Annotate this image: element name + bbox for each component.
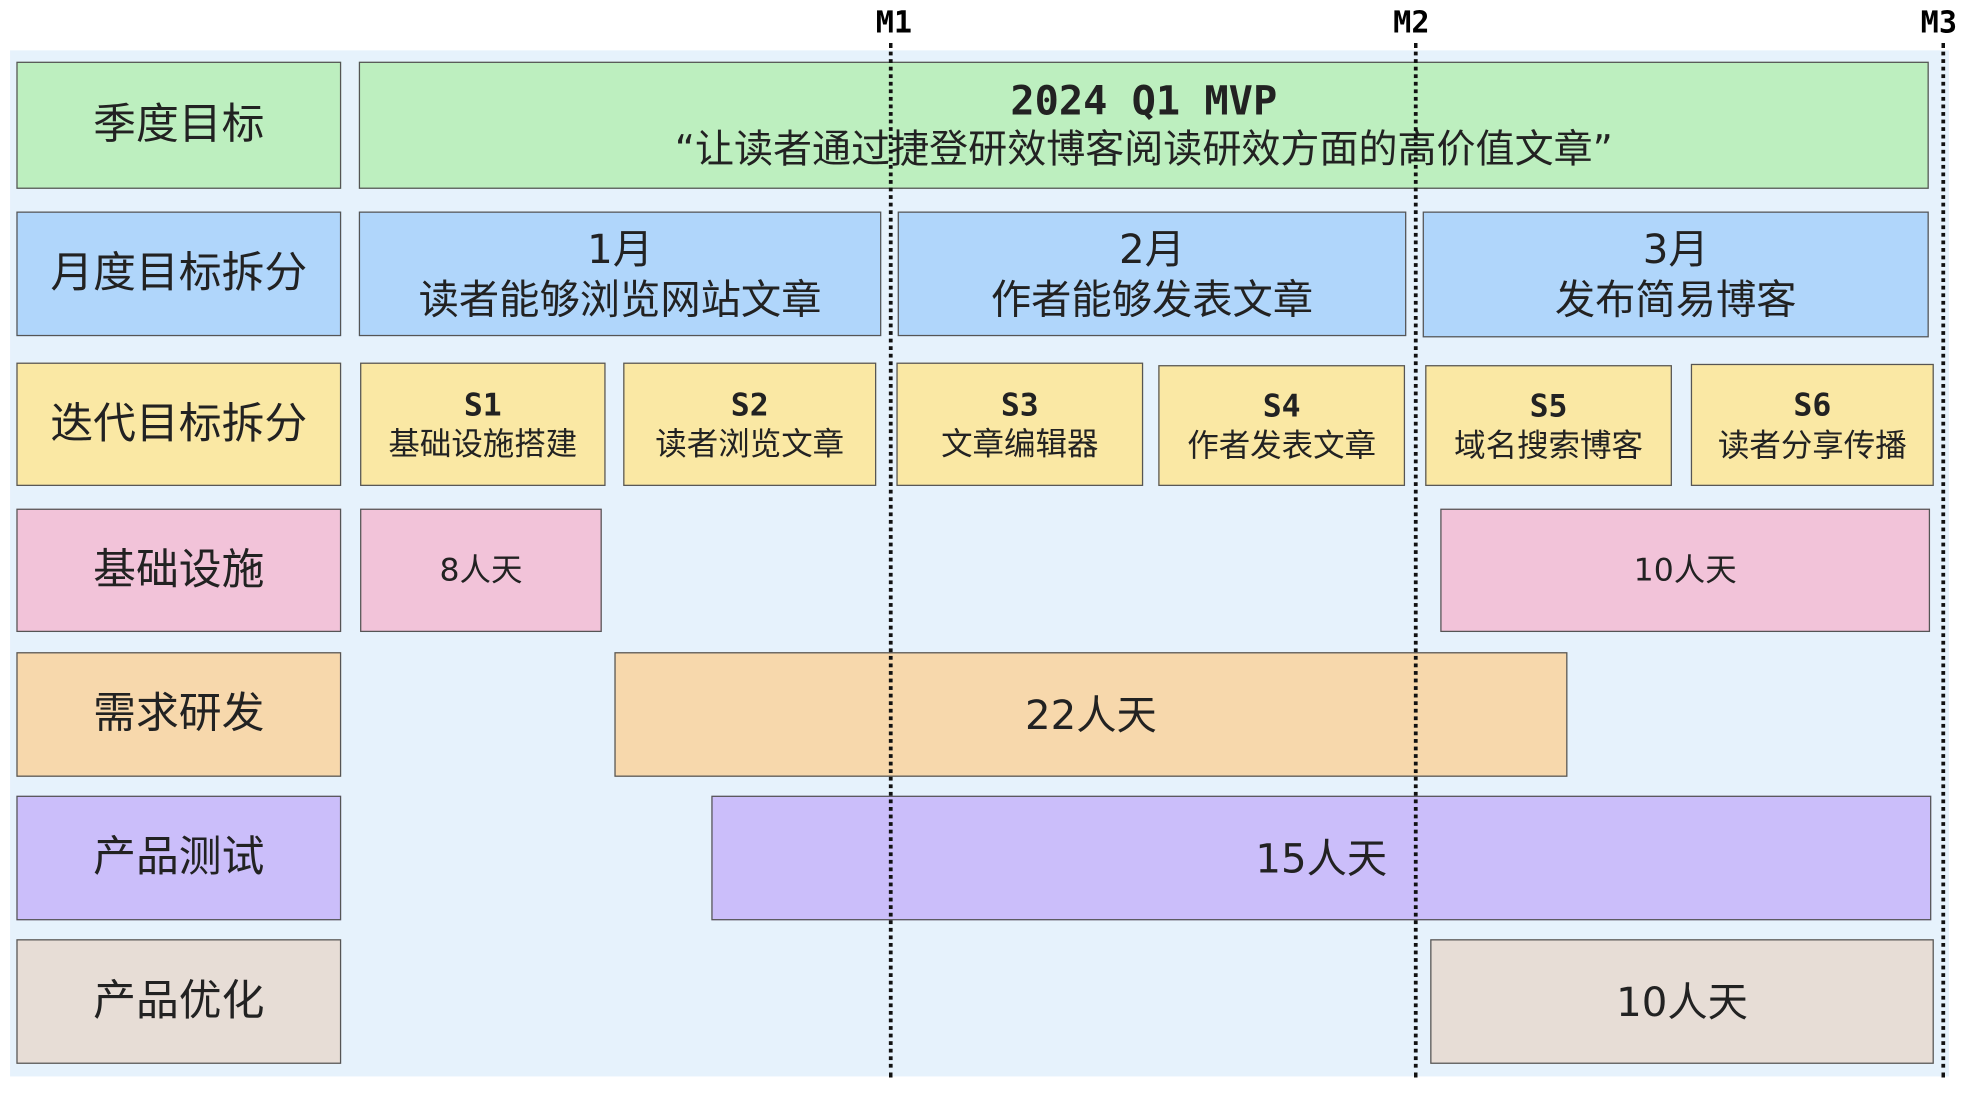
month-box: 2月 作者能够发表文章 xyxy=(897,211,1407,337)
row-label-infra: 基础设施 xyxy=(16,508,342,633)
sprint-name: S6 xyxy=(1793,386,1832,424)
quarter-goal-box: 2024 Q1 MVP “让读者通过捷登研效博客阅读研效方面的高价值文章” xyxy=(358,61,1929,189)
roadmap-diagram: 季度目标 月度目标拆分 迭代目标拆分 基础设施 需求研发 产品测试 产品优化 2… xyxy=(0,0,1964,1095)
opt-effort-box: 10人天 xyxy=(1430,939,1934,1064)
sprint-name: S2 xyxy=(730,386,769,423)
sprint-name: S5 xyxy=(1529,387,1568,424)
milestone-label-m2: M2 xyxy=(1393,5,1430,41)
sprint-box: S2 读者浏览文章 xyxy=(623,362,877,486)
month-name: 3月 xyxy=(1642,225,1709,274)
infra-effort-box: 10人天 xyxy=(1440,508,1931,633)
sprint-goal: 基础设施搭建 xyxy=(388,425,578,463)
dev-effort-box: 22人天 xyxy=(614,652,1568,777)
quarter-goal: “让读者通过捷登研效博客阅读研效方面的高价值文章” xyxy=(674,127,1613,173)
sprint-box: S4 作者发表文章 xyxy=(1158,365,1406,486)
month-box: 3月 发布简易博客 xyxy=(1422,211,1929,338)
sprint-name: S3 xyxy=(1000,386,1039,423)
month-box: 1月 读者能够浏览网站文章 xyxy=(358,211,882,337)
sprint-box: S6 读者分享传播 xyxy=(1690,363,1934,486)
sprint-box: S3 文章编辑器 xyxy=(896,362,1144,486)
sprint-goal: 文章编辑器 xyxy=(941,425,1099,463)
month-goal: 作者能够发表文章 xyxy=(990,275,1314,323)
sprint-box: S1 基础设施搭建 xyxy=(360,362,606,486)
sprint-goal: 作者发表文章 xyxy=(1187,426,1377,464)
sprint-name: S1 xyxy=(463,386,502,423)
milestone-line-m1 xyxy=(888,42,893,1078)
milestone-line-m3 xyxy=(1941,42,1946,1078)
quarter-title: 2024 Q1 MVP xyxy=(1010,76,1278,125)
milestone-line-m2 xyxy=(1413,42,1418,1078)
sprint-name: S4 xyxy=(1262,387,1301,424)
month-goal: 发布简易博客 xyxy=(1554,275,1797,324)
row-label-dev: 需求研发 xyxy=(16,652,342,777)
row-label-quarter: 季度目标 xyxy=(16,61,342,189)
row-label-iteration: 迭代目标拆分 xyxy=(16,362,342,486)
sprint-goal: 域名搜索博客 xyxy=(1454,426,1643,464)
milestone-label-m3: M3 xyxy=(1920,5,1958,41)
test-effort-box: 15人天 xyxy=(711,795,1932,921)
month-name: 1月 xyxy=(587,224,654,273)
row-label-opt: 产品优化 xyxy=(16,939,342,1064)
sprint-box: S5 域名搜索博客 xyxy=(1425,365,1672,486)
milestone-label-m1: M1 xyxy=(875,5,913,41)
infra-effort-box: 8人天 xyxy=(360,508,602,633)
sprint-goal: 读者浏览文章 xyxy=(655,425,845,463)
month-goal: 读者能够浏览网站文章 xyxy=(418,275,822,323)
sprint-goal: 读者分享传播 xyxy=(1717,426,1907,463)
row-label-month: 月度目标拆分 xyxy=(16,211,342,337)
row-label-test: 产品测试 xyxy=(16,795,342,921)
month-name: 2月 xyxy=(1119,224,1185,273)
